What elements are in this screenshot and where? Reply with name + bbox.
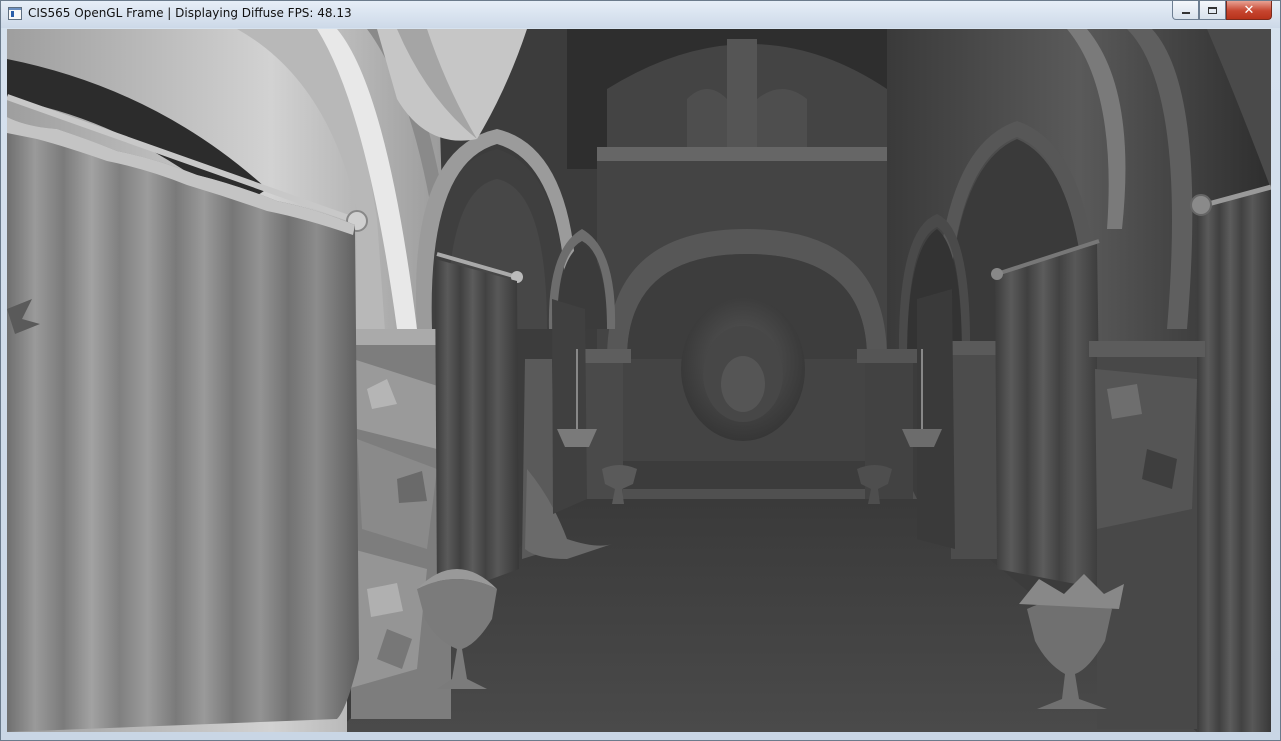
maximize-icon bbox=[1208, 6, 1217, 14]
minimize-icon bbox=[1181, 11, 1190, 14]
app-icon[interactable] bbox=[8, 7, 22, 20]
render-viewport[interactable] bbox=[7, 29, 1271, 732]
close-icon: ✕ bbox=[1243, 2, 1255, 18]
scene-render bbox=[7, 29, 1271, 732]
app-window: CIS565 OpenGL Frame | Displaying Diffuse… bbox=[0, 0, 1281, 741]
minimize-button[interactable] bbox=[1172, 1, 1199, 20]
close-button[interactable]: ✕ bbox=[1226, 1, 1272, 20]
window-controls: ✕ bbox=[1172, 1, 1272, 21]
maximize-button[interactable] bbox=[1199, 1, 1226, 20]
title-bar[interactable]: CIS565 OpenGL Frame | Displaying Diffuse… bbox=[1, 1, 1280, 28]
window-title: CIS565 OpenGL Frame | Displaying Diffuse… bbox=[28, 6, 352, 20]
